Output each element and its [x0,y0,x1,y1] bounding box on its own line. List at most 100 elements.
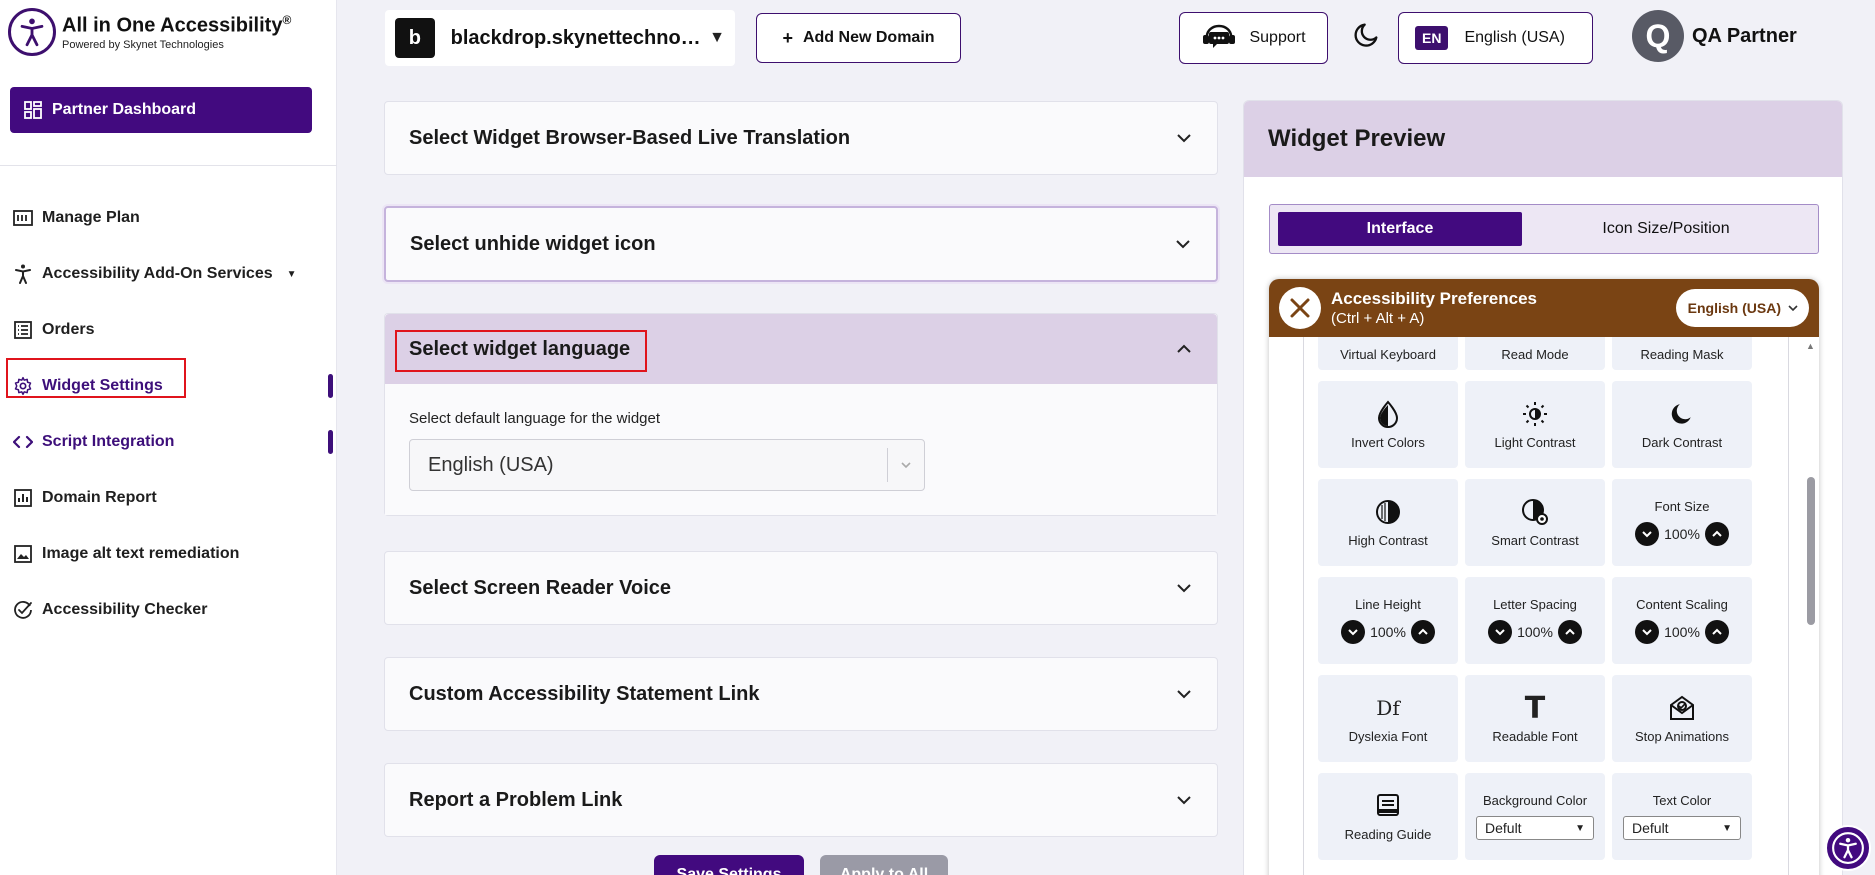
language-code-badge: EN [1415,26,1449,50]
add-new-domain-button[interactable]: + Add New Domain [756,13,961,63]
apply-to-all-button[interactable]: Apply to All [820,855,948,875]
sidebar-item-orders[interactable]: Orders [0,302,337,358]
widget-body: Virtual Keyboard Read Mode Reading Mask … [1303,337,1789,875]
tile-label: Virtual Keyboard [1340,347,1436,362]
sun-icon [1522,399,1548,429]
tab-interface[interactable]: Interface [1278,212,1522,246]
save-settings-button[interactable]: Save Settings [654,855,804,875]
sidebar-divider [0,165,337,166]
tile-invert-colors[interactable]: Invert Colors [1318,381,1458,468]
default-language-select[interactable]: English (USA) [409,439,925,491]
accordion-unhide-icon[interactable]: Select unhide widget icon [384,206,1218,282]
tile-content-scaling: Content Scaling 100% [1612,577,1752,664]
accordion-widget-language[interactable]: Select widget language Select default la… [384,313,1218,516]
stop-animations-icon [1668,693,1696,723]
tile-read-mode[interactable]: Read Mode [1465,337,1605,370]
decrease-icon[interactable] [1635,620,1659,644]
accordion-header[interactable]: Report a Problem Link [385,764,1217,836]
increase-icon[interactable] [1705,620,1729,644]
text-color-value: Defult [1632,820,1669,836]
domain-badge: b [395,18,435,58]
tile-reading-guide[interactable]: Reading Guide [1318,773,1458,860]
tile-reading-mask[interactable]: Reading Mask [1612,337,1752,370]
tile-line-height: Line Height 100% [1318,577,1458,664]
caret-down-icon: ▼ [1575,822,1585,834]
accordion-header[interactable]: Select Screen Reader Voice [385,552,1217,624]
tile-high-contrast[interactable]: High Contrast [1318,479,1458,566]
brand[interactable]: All in One Accessibility® Powered by Sky… [8,8,291,56]
tile-label: Smart Contrast [1491,533,1579,548]
increase-icon[interactable] [1705,522,1729,546]
support-button[interactable]: Support [1179,12,1328,64]
sidebar-item-image-alt-text[interactable]: Image alt text remediation [0,526,337,582]
moon-icon[interactable] [1353,20,1381,48]
language-selector[interactable]: EN English (USA) [1398,12,1593,64]
sidebar-item-label: Script Integration [42,433,175,450]
letter-spacing-value: 100% [1517,624,1553,640]
tab-icon-size-position[interactable]: Icon Size/Position [1522,212,1810,246]
increase-icon[interactable] [1558,620,1582,644]
tile-stop-animations[interactable]: Stop Animations [1612,675,1752,762]
tile-label: High Contrast [1348,533,1428,548]
active-indicator [328,430,333,454]
tile-dyslexia-font[interactable]: Df Dyslexia Font [1318,675,1458,762]
add-domain-label: Add New Domain [802,29,935,46]
decrease-icon[interactable] [1488,620,1512,644]
scrollbar-thumb[interactable] [1807,477,1815,625]
tile-label: Text Color [1652,793,1712,808]
widget-shortcut: (Ctrl + Alt + A) [1331,310,1425,327]
plan-icon [12,207,34,229]
tile-virtual-keyboard[interactable]: Virtual Keyboard [1318,337,1458,370]
text-color-select[interactable]: Defult ▼ [1623,816,1741,840]
sidebar-item-manage-plan[interactable]: Manage Plan [0,190,337,246]
chevron-down-icon [1177,690,1191,699]
language-label: English (USA) [1464,29,1565,46]
background-color-value: Defult [1485,820,1522,836]
accordion-live-translation[interactable]: Select Widget Browser-Based Live Transla… [384,101,1218,175]
tile-text-color: Text Color Defult ▼ [1612,773,1752,860]
user-menu[interactable]: Q QA Partner [1632,10,1797,62]
default-language-label: Select default language for the widget [409,410,661,427]
report-chart-icon [12,487,34,509]
accordion-header[interactable]: Select Widget Browser-Based Live Transla… [385,102,1217,174]
widget-scrollbar[interactable]: ▲ [1805,337,1817,875]
sidebar-item-label: Accessibility Checker [42,601,208,618]
invert-colors-icon [1376,399,1400,429]
brand-subtitle: Powered by Skynet Technologies [62,38,224,51]
caret-down-icon: ▼ [709,29,725,46]
caret-down-icon: ▼ [286,268,297,280]
tile-label: Invert Colors [1351,435,1425,450]
tile-label: Font Size [1654,499,1710,514]
sidebar-item-accessibility-checker[interactable]: Accessibility Checker [0,582,337,638]
accordion-header[interactable]: Custom Accessibility Statement Link [385,658,1217,730]
tile-font-size: Font Size 100% [1612,479,1752,566]
decrease-icon[interactable] [1635,522,1659,546]
sidebar-item-domain-report[interactable]: Domain Report [0,470,337,526]
accordion-screen-reader-voice[interactable]: Select Screen Reader Voice [384,551,1218,625]
domain-selector[interactable]: b blackdrop.skynettechnologies.us ▼ [385,10,735,66]
accordion-header[interactable]: Select unhide widget icon [386,208,1216,280]
partner-dashboard-button[interactable]: Partner Dashboard [10,87,312,133]
accordion-statement-link[interactable]: Custom Accessibility Statement Link [384,657,1218,731]
tile-smart-contrast[interactable]: Smart Contrast [1465,479,1605,566]
sidebar-item-label: Manage Plan [42,209,140,226]
sidebar-item-addon-services[interactable]: Accessibility Add-On Services ▼ [0,246,337,302]
chevron-down-icon [1177,134,1191,143]
accordion-report-problem-link[interactable]: Report a Problem Link [384,763,1218,837]
background-color-select[interactable]: Defult ▼ [1476,816,1594,840]
tile-dark-contrast[interactable]: Dark Contrast [1612,381,1752,468]
scroll-up-icon[interactable]: ▲ [1806,341,1815,351]
tile-letter-spacing: Letter Spacing 100% [1465,577,1605,664]
widget-language-select[interactable]: English (USA) [1675,289,1809,327]
decrease-icon[interactable] [1341,620,1365,644]
tile-label: Line Height [1355,597,1421,612]
tile-readable-font[interactable]: T Readable Font [1465,675,1605,762]
sidebar-item-script-integration[interactable]: Script Integration [0,414,337,470]
close-icon[interactable] [1279,287,1321,329]
check-circle-icon [12,599,34,621]
increase-icon[interactable] [1411,620,1435,644]
accessibility-widget-launcher-icon[interactable] [1825,825,1871,871]
tile-label: Dyslexia Font [1348,729,1428,744]
tile-light-contrast[interactable]: Light Contrast [1465,381,1605,468]
partner-dashboard-label: Partner Dashboard [52,101,197,118]
